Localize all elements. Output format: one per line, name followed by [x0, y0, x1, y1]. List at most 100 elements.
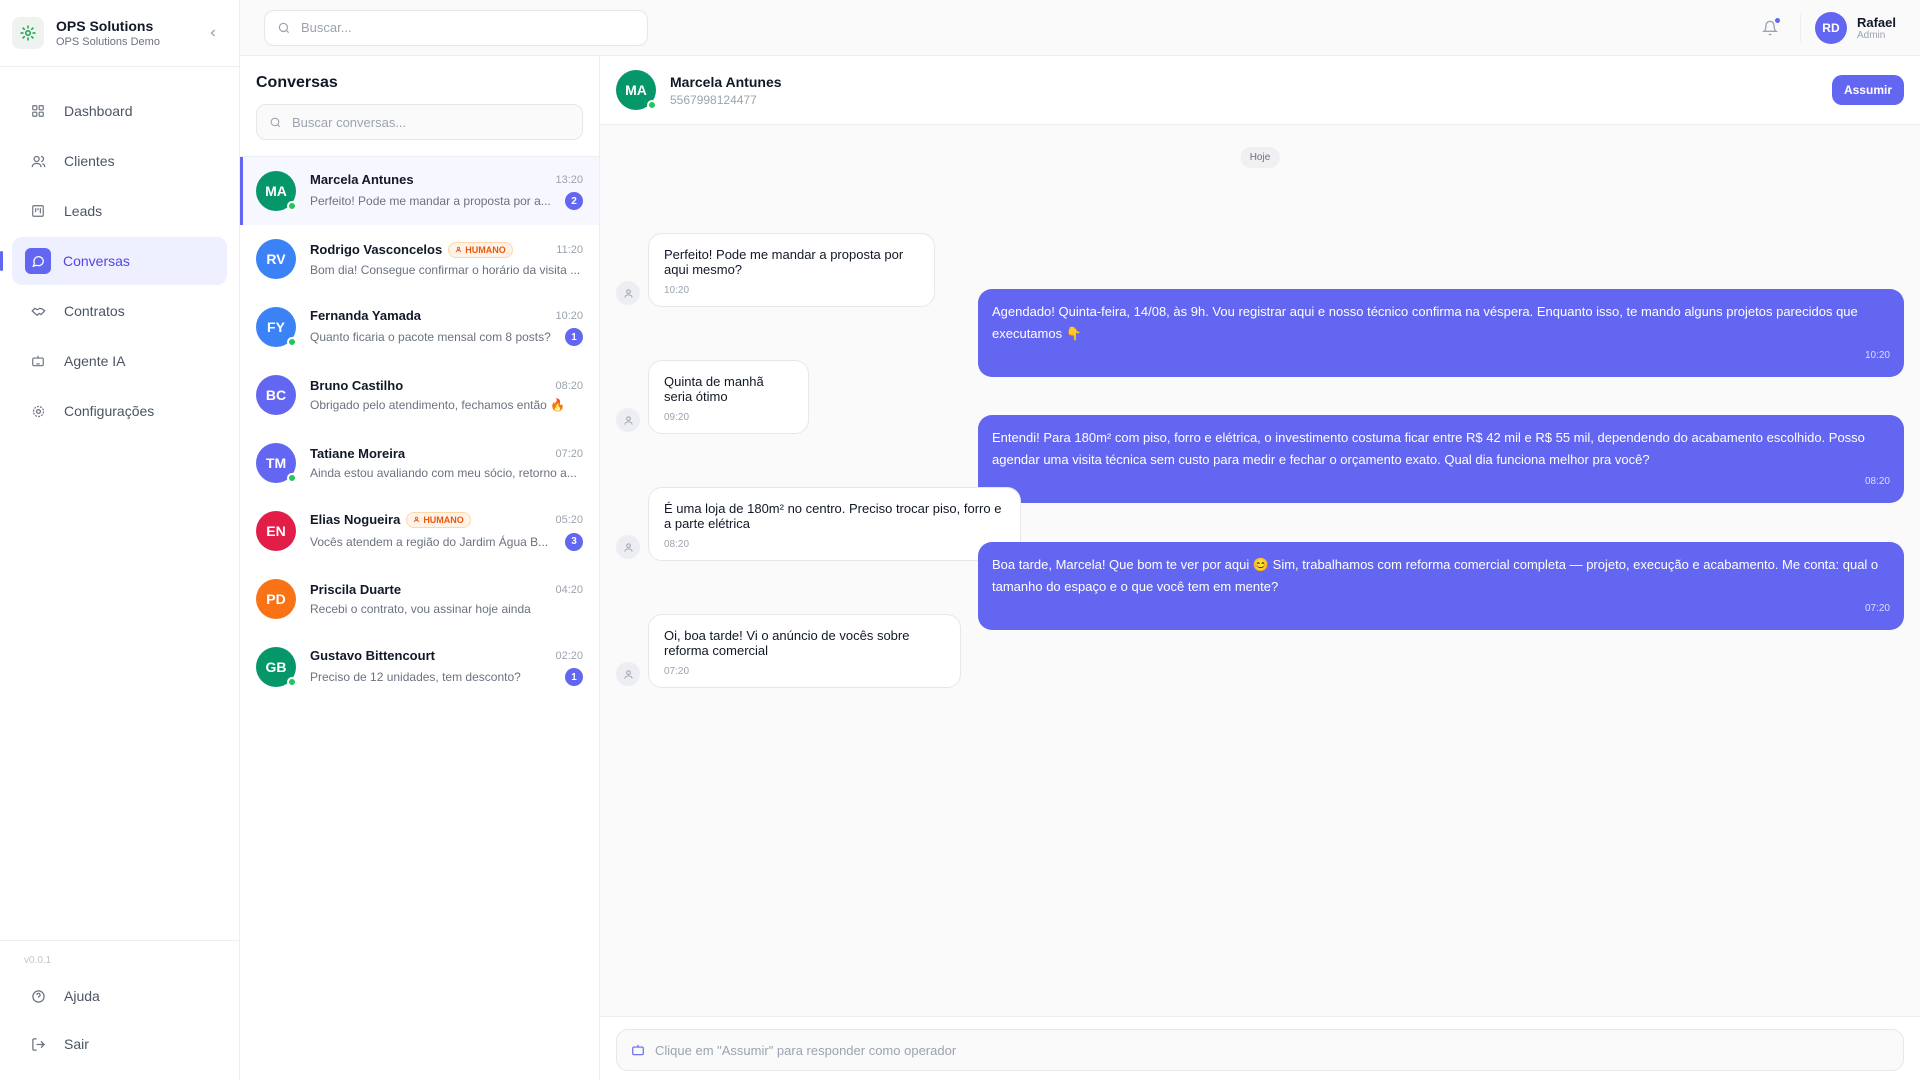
- conversation-preview: Bom dia! Consegue confirmar o horário da…: [310, 262, 581, 277]
- assume-button[interactable]: Assumir: [1831, 75, 1904, 105]
- conversation-preview: Vocês atendem a região do Jardim Água B.…: [310, 534, 549, 549]
- incoming-message: Oi, boa tarde! Vi o anúncio de vocês sob…: [616, 614, 961, 688]
- message-bubble: Oi, boa tarde! Vi o anúncio de vocês sob…: [648, 614, 961, 688]
- contact-icon: [616, 535, 640, 559]
- conversation-time: 11:20: [556, 243, 583, 256]
- unread-badge: 2: [565, 192, 583, 210]
- nav-item-ajuda[interactable]: Ajuda: [12, 972, 227, 1020]
- conversation-item[interactable]: MA Marcela Antunes 13:20 Perfeito! Pode me …: [240, 157, 599, 225]
- conversation-initials: MA: [265, 183, 287, 199]
- conversation-item[interactable]: GB Gustavo Bittencourt 02:20 Preciso de 12 …: [240, 633, 599, 701]
- incoming-message: É uma loja de 180m² no centro. Preciso t…: [616, 487, 1021, 561]
- conversation-time: 05:20: [555, 513, 583, 526]
- conversation-preview: Perfeito! Pode me mandar a proposta por …: [310, 194, 551, 208]
- message-time: 08:20: [664, 539, 690, 550]
- conversation-preview: Quanto ficaria o pacote mensal com 8 pos…: [310, 330, 551, 344]
- message-bubble: Quinta de manhã seria ótimo 09:20: [648, 360, 809, 434]
- global-search-input[interactable]: Buscar...: [264, 9, 648, 46]
- conversation-name: Priscila Duarte: [310, 582, 402, 597]
- conversation-time: 08:20: [555, 379, 583, 392]
- nav-item-conversas[interactable]: Conversas: [0, 237, 227, 285]
- person-icon: [414, 516, 420, 523]
- message-input-placeholder: Clique em "Assumir" para responder como …: [655, 1042, 957, 1058]
- conversation-item[interactable]: BC Bruno Castilho 08:20 Obrigado pelo atend…: [240, 361, 599, 429]
- nav-label-ajuda: Ajuda: [64, 988, 100, 1004]
- conversation-item[interactable]: EN Elias Nogueira HUMANO 05:20 Vocês atendem…: [240, 497, 599, 565]
- conversation-initials: RV: [266, 251, 286, 267]
- conversation-avatar: FY: [256, 307, 297, 347]
- brand-name: OPS Solutions: [56, 18, 154, 34]
- conversation-preview: Obrigado pelo atendimento, fechamos entã…: [310, 398, 566, 412]
- conversation-name: Gustavo Bittencourt: [310, 648, 435, 663]
- gear-icon: [30, 403, 46, 419]
- conversation-name: Bruno Castilho: [310, 378, 404, 393]
- search-icon: [277, 21, 291, 35]
- nav-item-clientes[interactable]: Clientes: [12, 137, 227, 185]
- chevron-left-icon: [210, 29, 215, 37]
- conversation-list-panel: Conversas Buscar conversas... MA Marcela …: [240, 56, 600, 1080]
- contact-icon: [616, 281, 640, 305]
- chat-panel: MA Marcela Antunes 5567998124477 Assumir…: [600, 56, 1920, 1080]
- main-area: Buscar... RD Rafael Admin Conversas Busc…: [240, 0, 1920, 1080]
- notifications-button[interactable]: [1760, 17, 1780, 38]
- nav-label-conversas: Conversas: [63, 253, 130, 269]
- topbar-divider: [1799, 13, 1801, 42]
- user-info[interactable]: Rafael Admin: [1857, 15, 1896, 41]
- conversation-name: Rodrigo Vasconcelos: [310, 242, 443, 257]
- contact-phone: 5567998124477: [670, 92, 757, 107]
- user-avatar[interactable]: RD: [1814, 11, 1847, 44]
- bot-icon: [631, 1043, 645, 1057]
- nav-label-sair: Sair: [64, 1036, 89, 1052]
- sidebar-footer: v0.0.1 Ajuda Sair: [0, 940, 239, 1080]
- conversation-initials: GB: [265, 659, 287, 675]
- contact-initials: MA: [625, 82, 647, 98]
- conversation-item[interactable]: RV Rodrigo Vasconcelos HUMANO 11:20 Bom dia!…: [240, 225, 599, 293]
- main-nav: Dashboard Clientes Leads Conversas Contr…: [0, 67, 239, 455]
- nav-item-sair[interactable]: Sair: [12, 1020, 227, 1068]
- nav-item-configuracoes[interactable]: Configurações: [12, 387, 227, 435]
- conversation-avatar: MA: [256, 171, 297, 211]
- conversation-item[interactable]: FY Fernanda Yamada 10:20 Quanto ficaria o p…: [240, 293, 599, 361]
- composer: Clique em "Assumir" para responder como …: [600, 1016, 1920, 1080]
- conversation-item[interactable]: TM Tatiane Moreira 07:20 Ainda estou avalia…: [240, 429, 599, 497]
- conversation-preview: Preciso de 12 unidades, tem desconto?: [310, 670, 521, 684]
- online-indicator: [647, 100, 657, 110]
- chat-header: MA Marcela Antunes 5567998124477 Assumir: [600, 56, 1920, 125]
- conversation-item[interactable]: PD Priscila Duarte 04:20 Recebi o contrato,…: [240, 565, 599, 633]
- day-separator: Hoje: [1240, 147, 1280, 168]
- users-icon: [30, 153, 46, 169]
- user-name: Rafael: [1856, 14, 1896, 30]
- nav-item-dashboard[interactable]: Dashboard: [12, 87, 227, 135]
- message-input[interactable]: Clique em "Assumir" para responder como …: [616, 1029, 1904, 1071]
- message-bubble: Perfeito! Pode me mandar a proposta por …: [648, 233, 935, 307]
- app-version: v0.0.1: [24, 955, 52, 966]
- conversation-initials: EN: [266, 523, 286, 539]
- nav-label-contratos: Contratos: [64, 303, 125, 319]
- contact-avatar: MA: [616, 70, 657, 110]
- search-icon: [269, 116, 282, 129]
- global-search-placeholder: Buscar...: [301, 20, 352, 35]
- conversation-search-input[interactable]: Buscar conversas...: [256, 104, 583, 140]
- unread-badge: 1: [565, 328, 583, 346]
- outgoing-message: Entendi! Para 180m² com piso, forro e el…: [978, 415, 1904, 503]
- message-text: Entendi! Para 180m² com piso, forro e el…: [992, 430, 1865, 467]
- nav-label-agente-ia: Agente IA: [64, 353, 126, 369]
- conversation-preview: Recebi o contrato, vou assinar hoje aind…: [310, 602, 531, 616]
- user-role: Admin: [1856, 29, 1886, 41]
- topbar: Buscar... RD Rafael Admin: [240, 0, 1920, 56]
- conversation-time: 04:20: [555, 583, 583, 596]
- conversation-avatar: PD: [256, 579, 296, 619]
- message-thread: Hoje Perfeito! Pode me mandar a proposta…: [600, 125, 1920, 1016]
- human-tag: HUMANO: [406, 511, 471, 528]
- brand-logo-icon: [12, 17, 44, 49]
- message-time: 10:20: [1864, 350, 1890, 361]
- conversation-search-placeholder: Buscar conversas...: [292, 114, 407, 130]
- nav-item-agente-ia[interactable]: Agente IA: [12, 337, 227, 385]
- message-time: 10:20: [664, 285, 690, 296]
- nav-item-contratos[interactable]: Contratos: [12, 287, 227, 335]
- conversation-avatar: RV: [256, 239, 296, 279]
- conversation-initials: TM: [265, 455, 287, 471]
- nav-label-leads: Leads: [64, 203, 103, 219]
- nav-item-leads[interactable]: Leads: [12, 187, 227, 235]
- collapse-sidebar-button[interactable]: [205, 25, 221, 41]
